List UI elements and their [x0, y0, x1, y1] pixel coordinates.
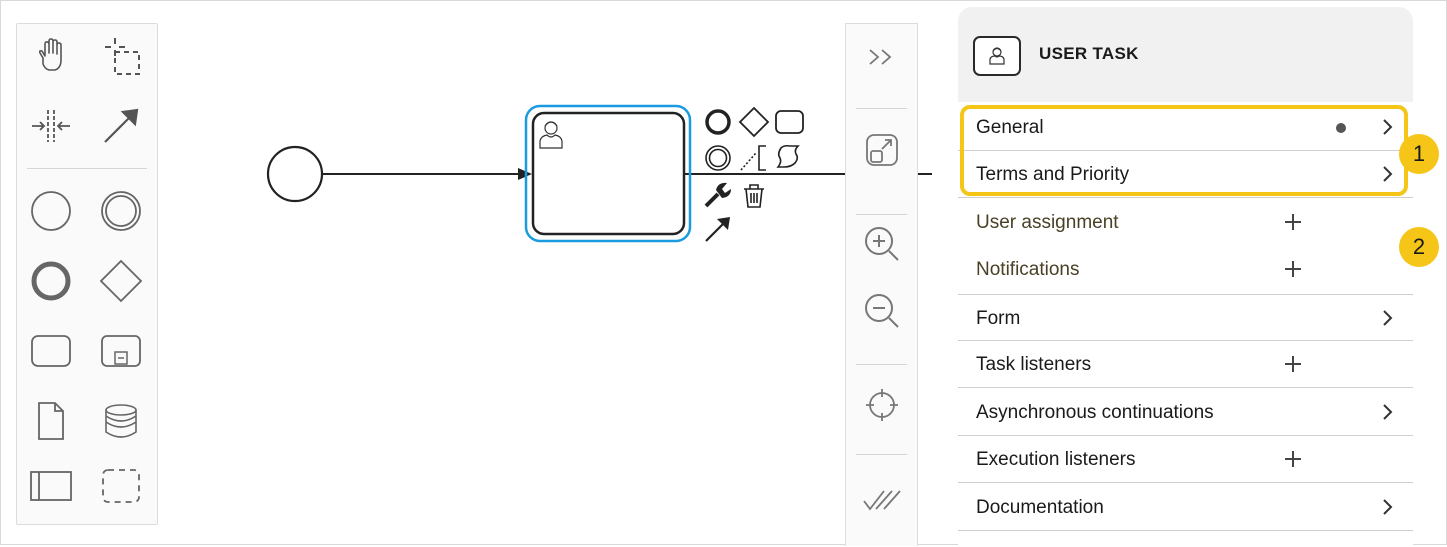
reset-position-icon[interactable]	[846, 375, 917, 435]
group-label: Documentation	[976, 497, 1104, 518]
expand-icon[interactable]	[846, 27, 917, 87]
plus-icon[interactable]	[1283, 212, 1303, 232]
plus-icon[interactable]	[1283, 259, 1303, 279]
zoom-out-icon[interactable]	[846, 281, 917, 341]
toolbar-divider	[856, 454, 907, 455]
group-user-assignment[interactable]: User assignment	[958, 199, 1413, 246]
start-event-shape[interactable]	[266, 145, 324, 203]
chevron-right-icon	[1383, 310, 1393, 326]
group-label: Asynchronous continuations	[976, 402, 1214, 423]
change-type-icon[interactable]	[776, 144, 800, 168]
group-task-listeners[interactable]: Task listeners	[958, 341, 1413, 388]
chevron-right-icon	[1383, 404, 1393, 420]
bpmn-diagram	[266, 104, 932, 243]
annotation-badge-2: 2	[1399, 227, 1439, 267]
plus-icon[interactable]	[1283, 449, 1303, 469]
group-form[interactable]: Form	[958, 294, 1413, 341]
validate-icon[interactable]	[846, 470, 917, 530]
panel-title: USER TASK	[1039, 44, 1139, 63]
group-documentation[interactable]: Documentation	[958, 484, 1413, 531]
append-gateway-icon[interactable]	[738, 106, 770, 138]
delete-icon[interactable]	[744, 184, 764, 208]
group-label: Notifications	[976, 259, 1080, 280]
group-label: Task listeners	[976, 354, 1092, 375]
append-task-icon[interactable]	[775, 110, 804, 134]
toolbar-divider	[856, 108, 907, 109]
append-end-event-icon[interactable]	[705, 109, 731, 135]
plus-icon[interactable]	[1283, 354, 1303, 374]
connect-icon[interactable]	[705, 217, 730, 242]
wrench-icon[interactable]	[704, 182, 731, 208]
view-toolbar	[845, 23, 918, 546]
group-label: User assignment	[976, 212, 1119, 233]
user-task-icon	[973, 36, 1021, 76]
chevron-right-icon	[1383, 499, 1393, 515]
panel-header: USER TASK	[958, 7, 1413, 102]
group-asynchronous-continuations[interactable]: Asynchronous continuations	[958, 389, 1413, 436]
highlight-box-1	[960, 105, 1408, 196]
annotation-badge-1: 1	[1399, 134, 1439, 174]
append-intermediate-event-icon[interactable]	[705, 145, 731, 171]
group-execution-listeners[interactable]: Execution listeners	[958, 436, 1413, 483]
fit-viewport-icon[interactable]	[846, 120, 917, 180]
text-annotation-icon[interactable]	[740, 145, 766, 171]
properties-panel: USER TASK General Terms and Priority Use…	[958, 7, 1413, 547]
zoom-in-icon[interactable]	[846, 214, 917, 274]
toolbar-divider	[856, 364, 907, 365]
group-notifications[interactable]: Notifications	[958, 246, 1413, 293]
group-label: Execution listeners	[976, 449, 1136, 470]
group-label: Form	[976, 308, 1021, 329]
